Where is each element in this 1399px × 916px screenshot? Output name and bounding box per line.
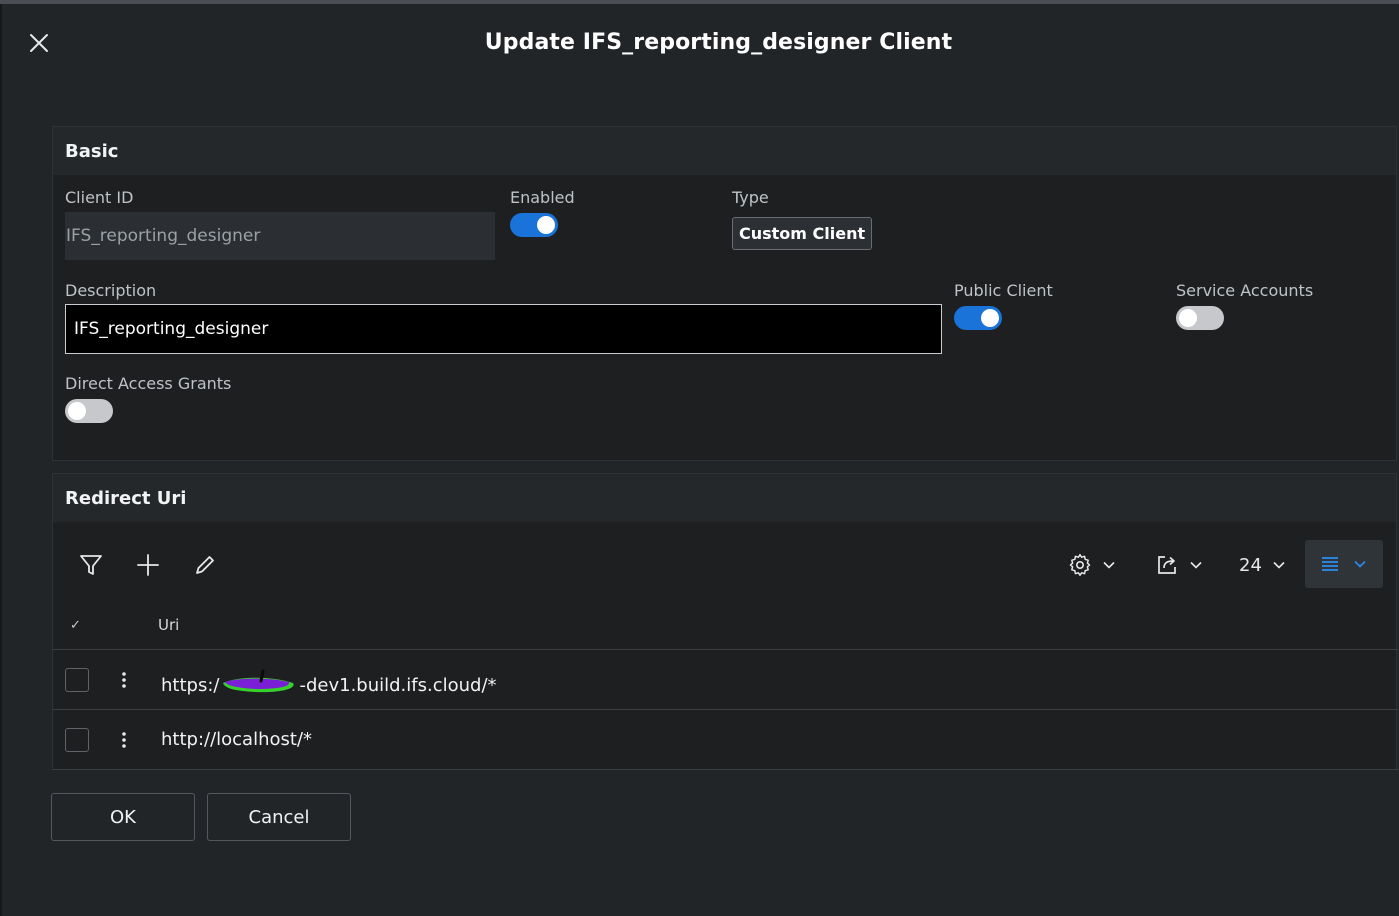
enabled-toggle[interactable]	[510, 213, 558, 237]
redirect-uri-panel-header: Redirect Uri	[53, 474, 1396, 522]
basic-panel: Basic Client ID IFS_reporting_designer E…	[52, 126, 1397, 461]
edit-row-button[interactable]	[190, 550, 220, 580]
redirect-uri-panel: Redirect Uri 24 ✓ Uri https:/ -dev1.buil…	[52, 473, 1398, 770]
public-client-toggle-knob	[981, 309, 999, 327]
grid-header: ✓ Uri	[53, 602, 1398, 650]
public-client-toggle[interactable]	[954, 306, 1002, 330]
gear-icon	[1069, 553, 1091, 576]
select-all-checkmark[interactable]: ✓	[70, 618, 81, 633]
chevron-down-icon	[1103, 561, 1115, 569]
service-accounts-label: Service Accounts	[1176, 281, 1314, 300]
ok-button[interactable]: OK	[51, 793, 195, 841]
direct-access-grants-toggle-knob	[68, 402, 86, 420]
enabled-label: Enabled	[510, 188, 575, 207]
row-checkbox[interactable]	[65, 728, 89, 752]
direct-access-grants-label: Direct Access Grants	[65, 374, 232, 393]
row-uri: https:/ -dev1.build.ifs.cloud/*	[161, 669, 497, 697]
row-checkbox[interactable]	[65, 668, 89, 692]
type-label: Type	[732, 188, 769, 207]
view-mode-button[interactable]	[1305, 540, 1383, 588]
page-size-select[interactable]: 24	[1239, 550, 1286, 580]
redaction-scribble	[223, 669, 295, 693]
update-client-dialog: Update IFS_reporting_designer Client Bas…	[2, 4, 1399, 916]
plus-icon	[137, 554, 159, 576]
kebab-menu-icon	[122, 732, 126, 748]
table-row[interactable]: https:/ -dev1.build.ifs.cloud/*	[53, 650, 1398, 710]
enabled-toggle-knob	[537, 216, 555, 234]
row-uri-prefix: https:/	[161, 675, 220, 696]
public-client-label: Public Client	[954, 281, 1053, 300]
basic-panel-header: Basic	[53, 127, 1396, 175]
filter-icon	[80, 555, 102, 575]
client-id-field: IFS_reporting_designer	[65, 212, 495, 260]
table-row[interactable]: http://localhost/*	[53, 710, 1398, 770]
kebab-menu-icon	[122, 672, 126, 688]
row-menu-button[interactable]	[115, 668, 133, 692]
column-header-uri[interactable]: Uri	[158, 616, 179, 634]
pencil-icon	[196, 556, 214, 574]
export-menu-button[interactable]	[1155, 550, 1203, 580]
filter-button[interactable]	[76, 550, 106, 580]
service-accounts-toggle-knob	[1179, 309, 1197, 327]
page-size-value: 24	[1239, 554, 1262, 576]
row-uri: http://localhost/*	[161, 729, 313, 750]
service-accounts-toggle[interactable]	[1176, 306, 1224, 330]
chevron-down-icon	[1190, 561, 1202, 569]
description-label: Description	[65, 281, 157, 300]
cancel-button[interactable]: Cancel	[207, 793, 351, 841]
row-uri-suffix: -dev1.build.ifs.cloud/*	[299, 675, 497, 696]
client-id-label: Client ID	[65, 188, 134, 207]
export-icon	[1158, 556, 1176, 574]
type-badge: Custom Client	[732, 217, 873, 250]
description-input[interactable]: IFS_reporting_designer	[65, 304, 942, 354]
settings-menu-button[interactable]	[1068, 550, 1116, 580]
dialog-title: Update IFS_reporting_designer Client	[484, 30, 953, 55]
add-row-button[interactable]	[133, 550, 163, 580]
chevron-down-icon	[1273, 561, 1285, 569]
list-view-icon	[1322, 557, 1338, 571]
row-menu-button[interactable]	[115, 728, 133, 752]
direct-access-grants-toggle[interactable]	[65, 399, 113, 423]
chevron-down-icon	[1354, 560, 1366, 568]
